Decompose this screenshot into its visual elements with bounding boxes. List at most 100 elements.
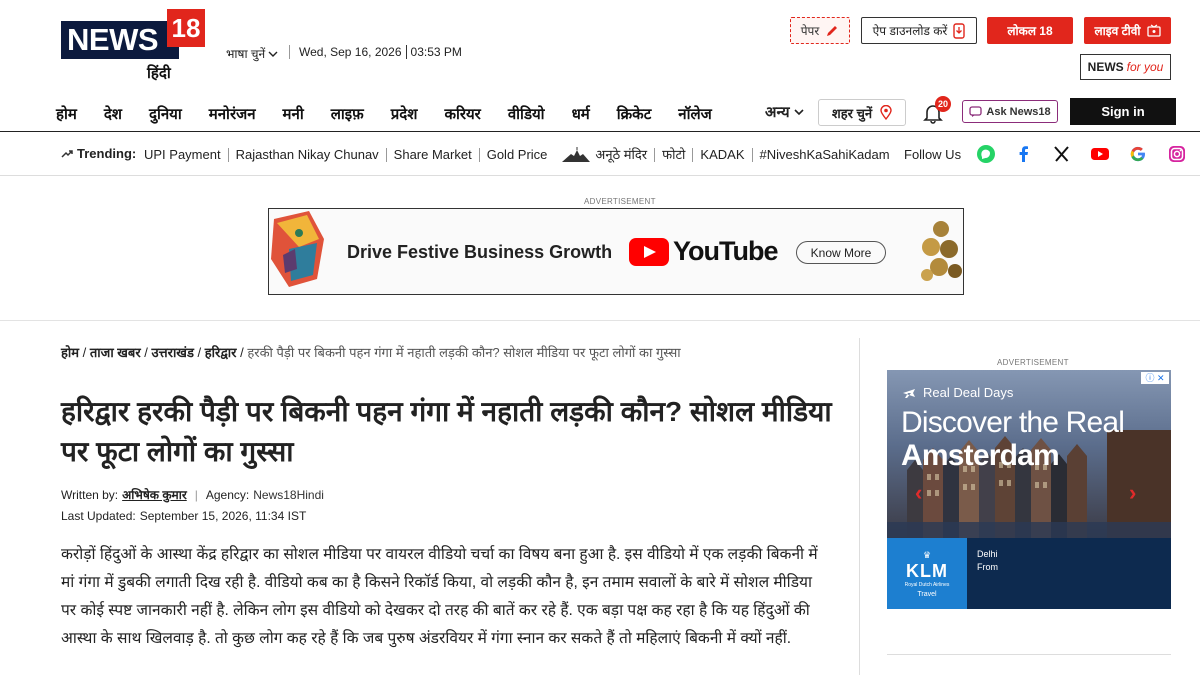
trending-label-text: Trending: [77, 146, 137, 161]
nav-item-career[interactable]: करियर [444, 104, 480, 124]
whatsapp-icon[interactable] [976, 144, 996, 164]
plane-icon [903, 389, 915, 398]
nav-more-dropdown[interactable]: अन्य [765, 102, 804, 122]
carousel-prev-icon[interactable]: ‹ [915, 480, 922, 506]
nav-item-home[interactable]: होम [56, 104, 77, 124]
location-pin-icon [880, 105, 892, 120]
carousel-next-icon[interactable]: › [1129, 480, 1136, 506]
news-for-you-a: NEWS [1087, 60, 1124, 74]
breadcrumb: होम / ताजा खबर / उत्तराखंड / हरिद्वार / … [61, 345, 681, 360]
city-select-button[interactable]: शहर चुनें [818, 99, 906, 126]
ad-choices-icon[interactable]: ⓘ ✕ [1141, 372, 1169, 384]
know-more-label: Know More [810, 245, 872, 260]
youtube-logo: YouTube [629, 236, 778, 267]
nav-item-knowledge[interactable]: नॉलेज [678, 104, 712, 124]
nav-item-video[interactable]: वीडियो [508, 104, 545, 124]
facebook-icon[interactable] [1014, 144, 1034, 164]
chat-icon [969, 105, 983, 117]
trending-item[interactable]: UPI Payment [144, 148, 228, 162]
trending-item[interactable]: KADAK [692, 148, 751, 162]
trending-label: Trending: [61, 146, 136, 161]
article-headline: हरिद्वार हरकी पैड़ी पर बिकनी पहन गंगा मे… [61, 396, 832, 467]
article-body: करोड़ों हिंदुओं के आस्था केंद्र हरिद्वार… [61, 546, 818, 647]
local18-button[interactable]: लोकल 18 [987, 17, 1073, 44]
last-updated-label: Last Updated: [61, 509, 136, 523]
header-datetime: Wed, Sep 16, 2026 03:53 PM [289, 45, 462, 59]
phone-download-icon [953, 22, 966, 39]
news-for-you-b: for you [1126, 60, 1164, 74]
ask-news18-button[interactable]: Ask News18 [962, 100, 1058, 123]
nav-item-cricket[interactable]: क्रिकेट [617, 104, 652, 124]
last-updated: Last Updated: September 15, 2026, 11:34 I… [61, 509, 306, 523]
klm-travel-label: Travel [917, 591, 937, 598]
ad-decor-art [271, 211, 324, 287]
news18-logo[interactable]: NEWS 18 हिंदी [61, 9, 205, 83]
klm-logo: ♛ KLM Royal Dutch Airlines Travel [887, 538, 967, 609]
nav-item-duniya[interactable]: दुनिया [149, 104, 182, 124]
ad-decor-bells [921, 221, 962, 281]
trending-item[interactable]: Rajasthan Nikay Chunav [227, 148, 386, 162]
notification-count-badge: 20 [935, 96, 951, 112]
side-ad-title-b: Amsterdam [901, 439, 1060, 472]
nav-list: होम देश दुनिया मनोरंजन मनी लाइफ़ प्रदेश … [56, 104, 739, 124]
news-for-you-button[interactable]: NEWS for you [1080, 54, 1171, 80]
breadcrumb-item[interactable]: ताजा खबर [90, 345, 141, 360]
top-ad-banner[interactable]: Drive Festive Business Growth YouTube Kn… [268, 208, 964, 295]
top-ad-headline: Drive Festive Business Growth [347, 242, 613, 262]
trending-bar: Trending: UPI Payment Rajasthan Nikay Ch… [0, 133, 1200, 176]
side-ad-banner[interactable]: ⓘ ✕ Real Deal Days Discover the Real Ams… [887, 370, 1171, 609]
app-download-button[interactable]: ऐप डाउनलोड करें [861, 17, 977, 44]
trending-item[interactable]: Share Market [385, 148, 479, 162]
nav-item-desh[interactable]: देश [104, 104, 122, 124]
header-time: 03:53 PM [405, 45, 462, 59]
epaper-button[interactable]: पेपर [790, 17, 850, 44]
nav-item-pradesh[interactable]: प्रदेश [391, 104, 418, 124]
tv-icon [1146, 24, 1161, 37]
nav-item-life[interactable]: लाइफ़ [331, 104, 364, 124]
youtube-icon[interactable] [1090, 144, 1110, 164]
trending-list: UPI Payment Rajasthan Nikay Chunav Share… [144, 147, 897, 163]
google-icon[interactable] [1128, 144, 1148, 164]
trending-item[interactable]: फोटो [654, 148, 692, 162]
temple-icon [562, 147, 591, 162]
side-ad-title: Discover the Real Amsterdam [901, 406, 1125, 472]
sign-in-button[interactable]: Sign in [1070, 98, 1176, 125]
nav-more-label: अन्य [765, 104, 790, 121]
sign-in-label: Sign in [1101, 104, 1145, 119]
byline-separator: | [194, 487, 198, 502]
nav-item-dharm[interactable]: धर्म [572, 104, 590, 124]
breadcrumb-item[interactable]: उत्तराखंड [152, 345, 194, 360]
live-tv-label: लाइव टीवी [1094, 24, 1141, 38]
last-updated-value: September 15, 2026, 11:34 IST [139, 509, 307, 523]
local18-label: लोकल 18 [1007, 24, 1053, 38]
trending-item[interactable]: Gold Price [478, 148, 555, 162]
side-ad-label: ADVERTISEMENT [997, 358, 1069, 367]
logo-hindi-text: हिंदी [147, 65, 171, 82]
breadcrumb-current: हरकी पैड़ी पर बिकनी पहन गंगा में नहाती ल… [247, 345, 681, 360]
trending-item-temple[interactable]: अनूठे मंदिर [554, 147, 654, 163]
author-link[interactable]: अभिषेक कुमार [122, 486, 187, 503]
ask-news18-label: Ask News18 [986, 105, 1051, 118]
trending-item-temple-label: अनूठे मंदिर [595, 147, 648, 162]
nav-item-manoranjan[interactable]: मनोरंजन [209, 104, 256, 124]
sidebar-divider [887, 654, 1171, 655]
epaper-label: पेपर [800, 24, 820, 38]
trending-item[interactable]: #NiveshKaSahiKadam [751, 148, 897, 162]
main-nav: होम देश दुनिया मनोरंजन मनी लाइफ़ प्रदेश … [0, 96, 1200, 132]
breadcrumb-item[interactable]: होम [61, 345, 79, 360]
breadcrumb-item[interactable]: हरिद्वार [205, 345, 237, 360]
column-divider [859, 338, 860, 675]
city-select-label: शहर चुनें [831, 105, 873, 121]
live-tv-button[interactable]: लाइव टीवी [1084, 17, 1171, 44]
klm-logo-text: KLM [906, 561, 948, 581]
know-more-button[interactable]: Know More [796, 241, 886, 264]
language-select[interactable]: भाषा चुनें [226, 45, 278, 62]
side-ad-title-a: Discover the Real [901, 406, 1125, 439]
agency-name: News18Hindi [253, 487, 324, 502]
x-twitter-icon[interactable] [1052, 144, 1072, 164]
side-ad-kicker: Real Deal Days [923, 385, 1014, 400]
app-download-label: ऐप डाउनलोड करें [872, 24, 948, 38]
instagram-icon[interactable] [1167, 144, 1187, 164]
nav-item-money[interactable]: मनी [283, 104, 304, 124]
pencil-icon [827, 25, 838, 36]
